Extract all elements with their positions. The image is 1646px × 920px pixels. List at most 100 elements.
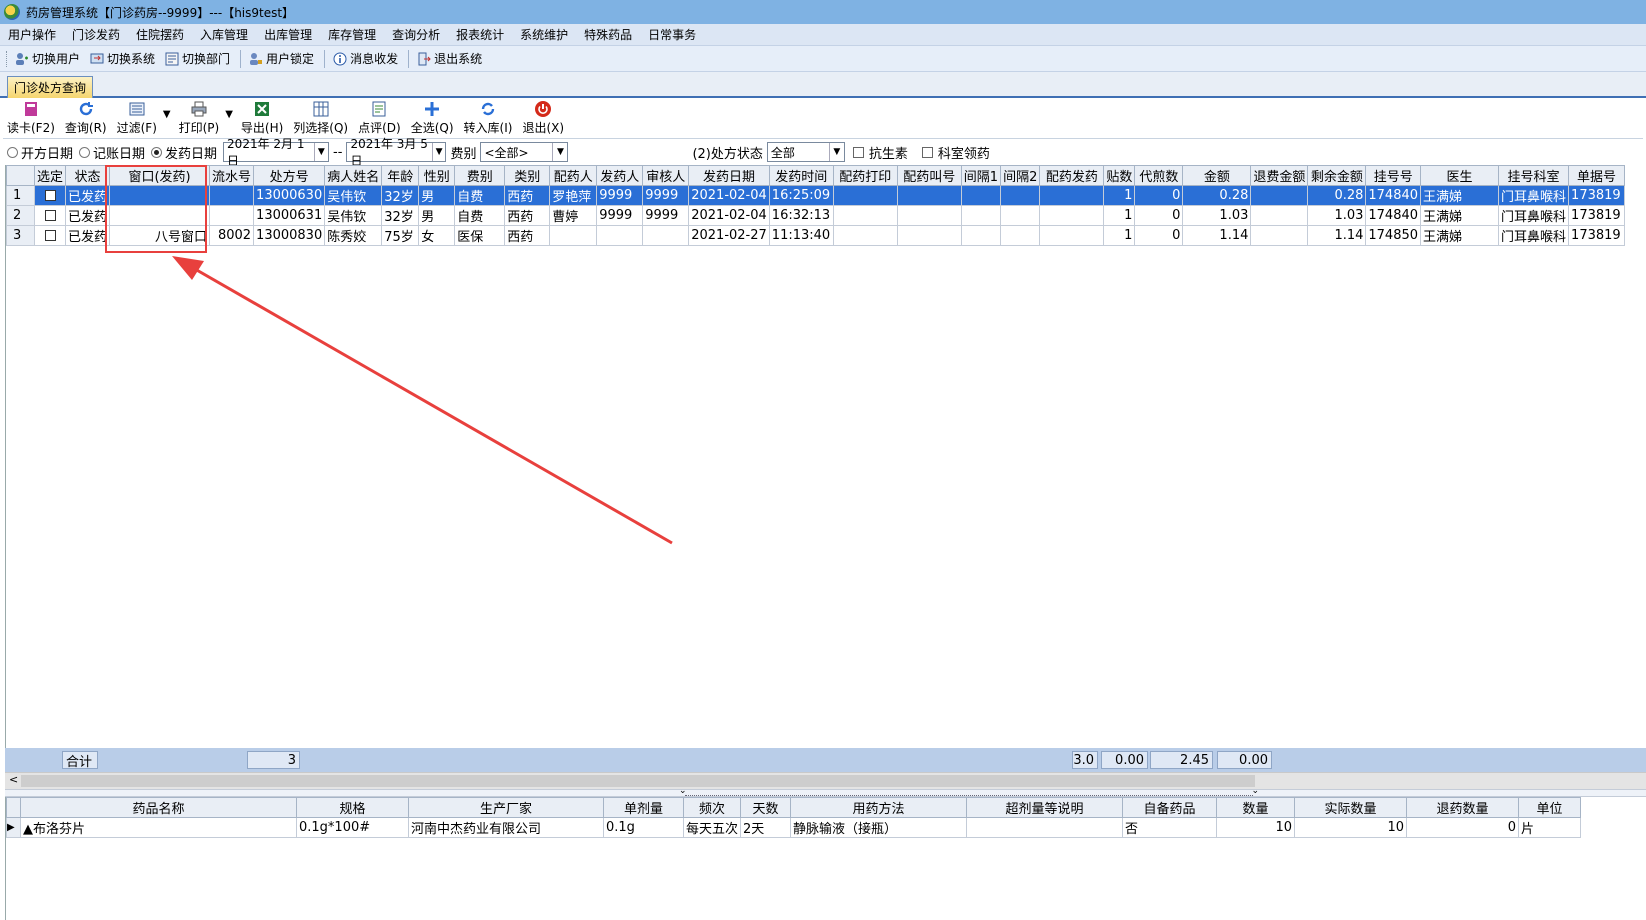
menu-system[interactable]: 系统维护 <box>520 24 568 45</box>
message-button[interactable]: 消息收发 <box>333 50 398 67</box>
select-all-button[interactable]: 全选(Q) <box>411 100 454 138</box>
menu-stock-out[interactable]: 出库管理 <box>264 24 312 45</box>
column-header[interactable]: 退费金额 <box>1250 165 1309 186</box>
antibiotic-checkbox[interactable]: 抗生素 <box>852 143 908 162</box>
print-dropdown-arrow[interactable]: ▼ <box>225 109 233 120</box>
column-header[interactable]: 医生 <box>1420 165 1500 186</box>
fee-type-select[interactable]: <全部> ▼ <box>480 142 569 162</box>
column-header[interactable]: 代煎数 <box>1134 165 1184 186</box>
status-select[interactable]: 全部 ▼ <box>766 142 845 162</box>
radio-billing-date[interactable]: 记账日期 <box>79 143 145 162</box>
column-header[interactable]: 年龄 <box>381 165 420 186</box>
print-button[interactable]: 打印(P) <box>179 100 219 138</box>
exit-button[interactable]: 退出(X) <box>522 100 564 138</box>
column-header[interactable]: 间隔2 <box>1000 165 1041 186</box>
column-select-button[interactable]: 列选择(Q) <box>293 100 348 138</box>
column-header[interactable]: 配药打印 <box>832 165 898 186</box>
column-header[interactable]: 贴数 <box>1103 165 1136 186</box>
user-lock-button[interactable]: 用户锁定 <box>249 50 314 67</box>
menu-stock-in[interactable]: 入库管理 <box>200 24 248 45</box>
column-header[interactable]: 挂号号 <box>1365 165 1422 186</box>
detail-column-header[interactable]: 自备药品 <box>1122 797 1218 818</box>
column-header[interactable]: 间隔1 <box>960 165 1002 186</box>
column-header[interactable]: 选定 <box>33 165 67 186</box>
detail-column-header[interactable]: 实际数量 <box>1294 797 1408 818</box>
menu-user-ops[interactable]: 用户操作 <box>8 24 56 45</box>
column-header[interactable]: 窗口(发药) <box>109 165 211 186</box>
column-header[interactable]: 性别 <box>418 165 456 186</box>
tab-outpatient-prescription-query[interactable]: 门诊处方查询 <box>7 76 94 98</box>
menu-inventory[interactable]: 库存管理 <box>328 24 376 45</box>
detail-column-header[interactable]: 用药方法 <box>790 797 968 818</box>
menu-inpatient-dispense[interactable]: 住院摆药 <box>136 24 184 45</box>
select-checkbox[interactable] <box>44 210 56 221</box>
column-header[interactable]: 类别 <box>504 165 551 186</box>
scroll-left-arrow-icon[interactable]: < <box>9 773 18 786</box>
column-header[interactable]: 发药时间 <box>768 165 834 186</box>
column-header[interactable]: 配药发药 <box>1039 165 1105 186</box>
menu-query[interactable]: 查询分析 <box>392 24 440 45</box>
filter-button[interactable]: 过滤(F) <box>117 100 157 138</box>
detail-row[interactable]: ▶ ▲布洛芬片 0.1g*100# 河南中杰药业有限公司 0.1g 每天五次 2天 静脉输液（… <box>6 817 1582 838</box>
panel-splitter[interactable]: ⌄ ⌄ <box>5 786 1646 797</box>
totals-refund: 0.00 <box>1217 751 1272 769</box>
column-header[interactable]: 挂号科室 <box>1498 165 1570 186</box>
column-header[interactable]: 发药人 <box>596 165 644 186</box>
read-card-button[interactable]: 读卡(F2) <box>7 100 55 138</box>
detail-column-header[interactable] <box>6 797 21 818</box>
detail-column-header[interactable]: 频次 <box>682 797 742 818</box>
select-checkbox[interactable] <box>44 230 56 241</box>
column-header[interactable] <box>6 165 35 186</box>
menu-daily[interactable]: 日常事务 <box>648 24 696 45</box>
switch-department-button[interactable]: 切换部门 <box>165 50 230 67</box>
column-header[interactable]: 处方号 <box>253 165 326 186</box>
column-header[interactable]: 流水号 <box>209 165 255 186</box>
select-checkbox-cell[interactable] <box>33 205 67 226</box>
date-from-picker[interactable]: 2021年 2月 1日 ▼ <box>223 137 330 168</box>
radio-prescription-date[interactable]: 开方日期 <box>7 143 73 162</box>
menu-reports[interactable]: 报表统计 <box>456 24 504 45</box>
export-button[interactable]: 导出(H) <box>241 100 283 138</box>
column-header[interactable]: 配药人 <box>549 165 598 186</box>
query-button[interactable]: 查询(R) <box>65 100 107 138</box>
column-header[interactable]: 状态 <box>65 165 111 186</box>
detail-column-header[interactable]: 超剂量等说明 <box>966 797 1124 818</box>
detail-column-header[interactable]: 退药数量 <box>1406 797 1520 818</box>
detail-column-header[interactable]: 药品名称 <box>20 797 297 818</box>
column-header[interactable]: 单据号 <box>1568 165 1626 186</box>
transfer-button[interactable]: 转入库(I) <box>464 100 512 138</box>
select-checkbox-cell[interactable] <box>33 185 67 206</box>
table-row[interactable]: 2 已发药 13000631 吴伟钦 32岁男自费 西药 曹婷 9999 9999 2021-02… <box>6 205 1626 226</box>
detail-column-header[interactable]: 天数 <box>740 797 792 818</box>
select-checkbox[interactable] <box>44 190 56 201</box>
detail-column-header[interactable]: 生产厂家 <box>408 797 604 818</box>
detail-column-header[interactable]: 数量 <box>1216 797 1296 818</box>
column-header[interactable]: 配药叫号 <box>896 165 962 186</box>
dept-checkbox[interactable]: 科室领药 <box>921 143 990 162</box>
filter-dropdown-arrow[interactable]: ▼ <box>163 109 171 120</box>
menu-special-drugs[interactable]: 特殊药品 <box>584 24 632 45</box>
column-header[interactable]: 病人姓名 <box>324 165 383 186</box>
select-checkbox-cell[interactable] <box>33 225 67 246</box>
detail-column-header[interactable]: 单位 <box>1518 797 1582 818</box>
column-header[interactable]: 剩余金额 <box>1307 165 1367 186</box>
toolbar-grip[interactable] <box>6 50 9 67</box>
switch-user-button[interactable]: 切换用户 <box>15 50 80 67</box>
table-row[interactable]: 1 已发药 13000630 吴伟钦 32岁男自费 西药 罗艳萍 9999 9999 2021-0… <box>6 185 1626 206</box>
column-header[interactable]: 发药日期 <box>688 165 770 186</box>
detail-column-header[interactable]: 单剂量 <box>603 797 684 818</box>
splitter-grip[interactable]: ⌄ ⌄ <box>679 786 1259 796</box>
review-button[interactable]: 点评(D) <box>358 100 401 138</box>
table-row[interactable]: 3 已发药 八号窗口 8002 13000830 陈秀姣 75岁女医保 西药 2021-02-2… <box>6 225 1626 246</box>
column-header[interactable]: 审核人 <box>642 165 690 186</box>
radio-dispense-date[interactable]: 发药日期 <box>151 143 217 162</box>
detail-column-header[interactable]: 规格 <box>296 797 409 818</box>
column-header[interactable]: 金额 <box>1182 165 1252 186</box>
column-header[interactable]: 费别 <box>454 165 506 186</box>
exit-system-button[interactable]: 退出系统 <box>417 50 482 67</box>
switch-system-button[interactable]: 切换系统 <box>90 50 155 67</box>
menu-outpatient-dispense[interactable]: 门诊发药 <box>72 24 120 45</box>
scrollbar-thumb[interactable] <box>21 775 1255 787</box>
date-to-picker[interactable]: 2021年 3月 5日 ▼ <box>346 137 447 168</box>
horizontal-scrollbar[interactable]: < <box>5 772 1646 789</box>
